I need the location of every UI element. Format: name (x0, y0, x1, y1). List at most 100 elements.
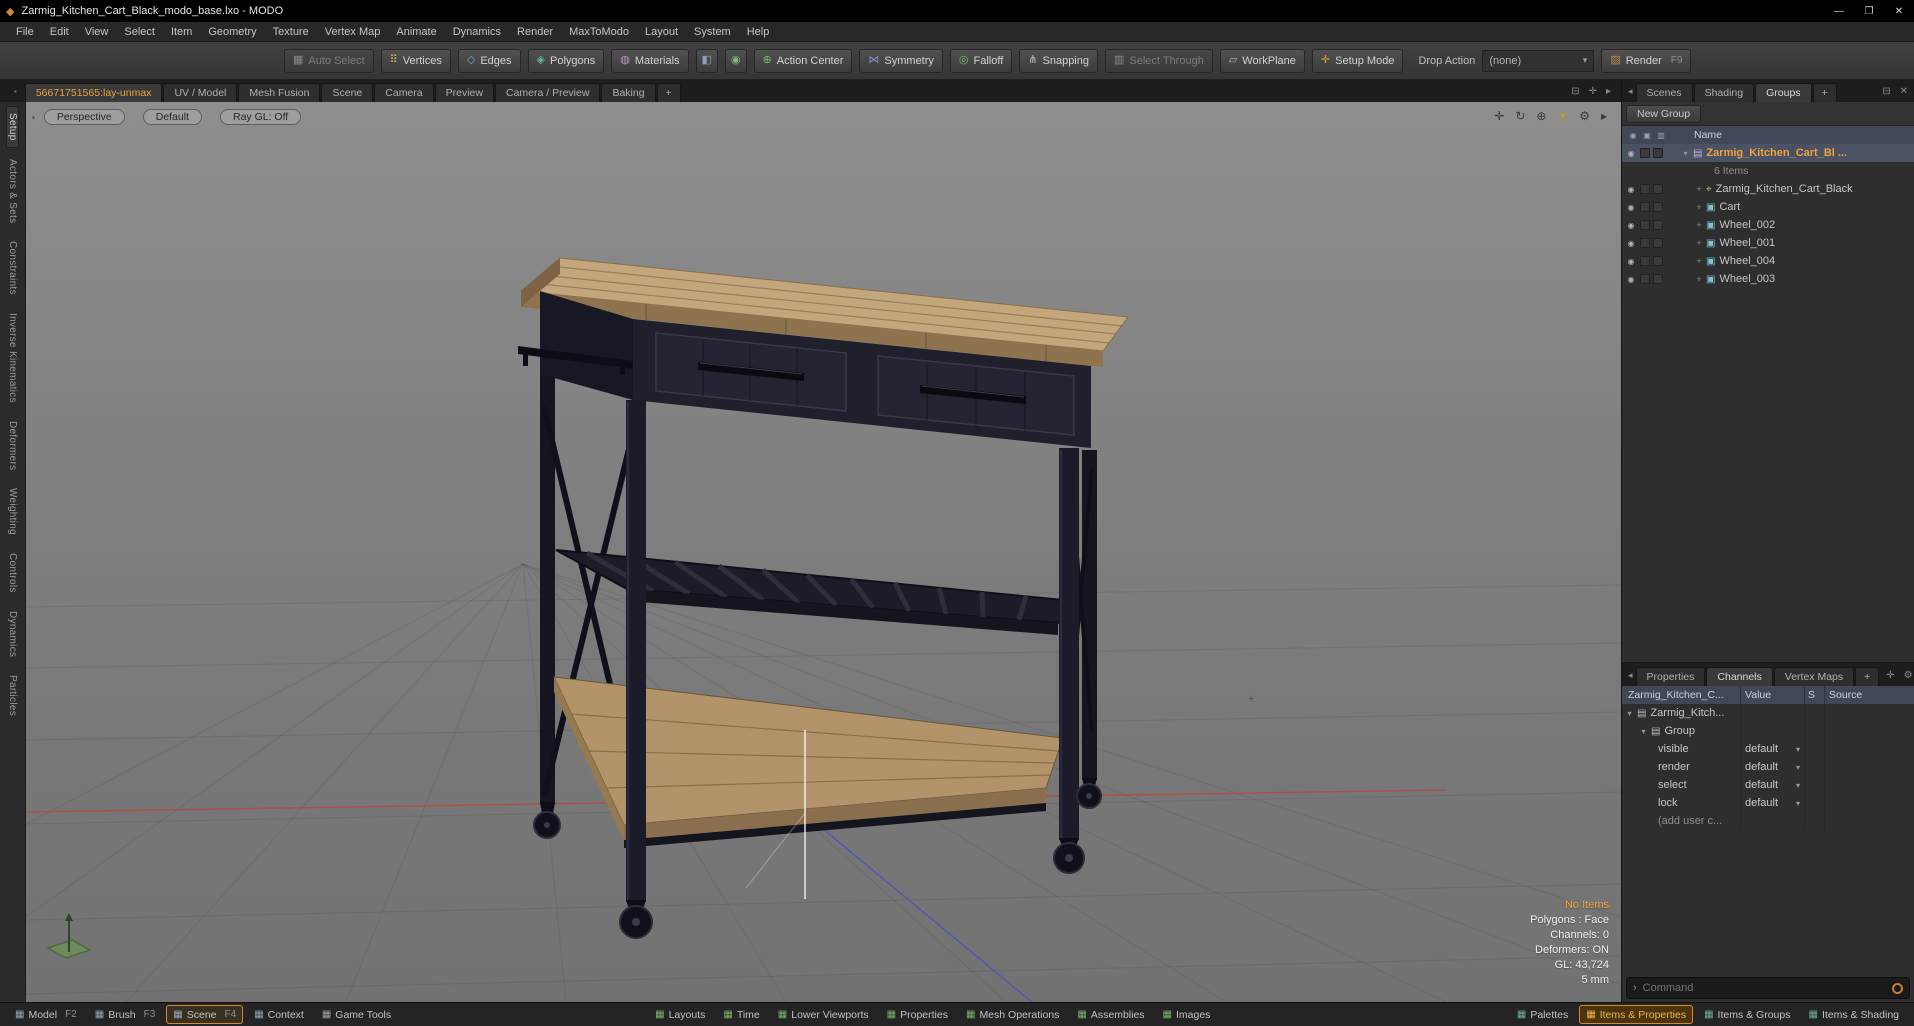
menu-file[interactable]: File (8, 26, 42, 38)
eye-icon[interactable]: ◉ (1625, 275, 1637, 284)
viewport-3d[interactable]: + ▪ Perspective Default Ray GL: Off ✛ ↻ … (26, 102, 1621, 1002)
maximize-button[interactable]: ❐ (1854, 0, 1884, 22)
expander-icon[interactable]: ▾ (1680, 149, 1691, 158)
auto-select-button[interactable]: ▦ Auto Select (284, 48, 374, 73)
sidetab-controls[interactable]: Controls (7, 546, 18, 600)
layout-scene-button[interactable]: ▦ Scene F4 (166, 1005, 244, 1024)
layout-model-button[interactable]: ▦ Model F2 (8, 1005, 84, 1024)
lock-toggle[interactable] (1653, 274, 1663, 284)
macro-record-icon[interactable] (1892, 982, 1903, 994)
menu-system[interactable]: System (686, 26, 739, 38)
channel-value-dropdown[interactable]: default ▾ (1740, 758, 1804, 776)
expander-icon[interactable]: ▾ (1624, 709, 1635, 718)
eye-icon[interactable]: ◉ (1625, 185, 1637, 194)
tab-uv-model[interactable]: UV / Model (163, 83, 238, 102)
tab-baking[interactable]: Baking (601, 83, 656, 102)
tab-camera[interactable]: Camera (374, 83, 434, 102)
sidetab-particles[interactable]: Particles (7, 668, 18, 723)
channel-row-group[interactable]: ▾ ▤ Group (1622, 722, 1914, 740)
panel-back-icon[interactable]: ◂ (1628, 670, 1633, 681)
sidetab-setup[interactable]: Setup (6, 106, 19, 148)
vertices-mode-button[interactable]: ⠿ Vertices (380, 48, 451, 73)
sidetab-constraints[interactable]: Constraints (7, 234, 18, 302)
action-center-button[interactable]: ⊕ Action Center (753, 48, 853, 73)
eye-icon[interactable]: ◉ (1625, 203, 1637, 212)
tab-channels[interactable]: Channels (1706, 667, 1773, 686)
tab-scene[interactable]: Scene (321, 83, 374, 102)
menu-item[interactable]: Item (163, 26, 200, 38)
group-row-item[interactable]: ◉ + ▣ Wheel_003 (1622, 270, 1914, 288)
panel-gear-icon[interactable]: ⚙ (1904, 670, 1913, 681)
polygons-mode-button[interactable]: ◈ Polygons (527, 48, 605, 73)
channel-value-dropdown[interactable]: default ▾ (1740, 794, 1804, 812)
view-type-button[interactable]: Perspective (43, 109, 125, 125)
group-row-item[interactable]: ◉ + ▣ Wheel_001 (1622, 234, 1914, 252)
sidetab-dynamics[interactable]: Dynamics (7, 604, 18, 664)
drop-action-dropdown[interactable]: (none) ▾ (1482, 49, 1595, 72)
sidetab-actors-sets[interactable]: Actors & Sets (7, 152, 18, 230)
s-column-header[interactable]: S (1804, 686, 1824, 704)
palettes-button[interactable]: ▦ Palettes (1510, 1005, 1575, 1024)
lower-viewports-popover-button[interactable]: ▦ Lower Viewports (771, 1005, 876, 1024)
tab-groups[interactable]: Groups (1755, 83, 1812, 102)
tab-properties[interactable]: Properties (1635, 667, 1706, 686)
images-popover-button[interactable]: ▦ Images (1156, 1005, 1218, 1024)
expand-plus-icon[interactable]: + (1694, 184, 1704, 194)
materials-mode-button[interactable]: ◍ Materials (611, 48, 689, 73)
viewport-3d-scene[interactable]: + (26, 102, 1621, 1002)
render-toggle[interactable] (1640, 184, 1650, 194)
lock-toggle[interactable] (1653, 148, 1663, 158)
channel-row[interactable]: render default ▾ (1622, 758, 1914, 776)
render-toggle[interactable] (1640, 220, 1650, 230)
lock-toggle[interactable] (1653, 238, 1663, 248)
raygl-toggle-button[interactable]: Ray GL: Off (219, 109, 302, 125)
menu-view[interactable]: View (77, 26, 117, 38)
viewport-options-gear-icon[interactable]: ⚙ (1579, 109, 1590, 123)
tab-mesh-fusion[interactable]: Mesh Fusion (238, 83, 321, 102)
tab-settings-icon[interactable]: ✛ (1589, 86, 1597, 97)
eye-icon[interactable]: ◉ (1625, 257, 1637, 266)
time-popover-button[interactable]: ▦ Time (716, 1005, 766, 1024)
render-column-icon[interactable]: ▣ (1640, 131, 1654, 140)
viewport-more-icon[interactable]: ▸ (1601, 109, 1607, 123)
channel-row-root[interactable]: ▾ ▤ Zarmig_Kitch... (1622, 704, 1914, 722)
items-properties-button[interactable]: ▦ Items & Properties (1579, 1005, 1694, 1024)
group-row-item[interactable]: ◉ + ▣ Wheel_004 (1622, 252, 1914, 270)
tab-scenes[interactable]: Scenes (1635, 83, 1693, 102)
tab-camera-preview[interactable]: Camera / Preview (494, 83, 601, 102)
tab-more-icon[interactable]: ▸ (1606, 86, 1611, 97)
tab-overflow-icon[interactable]: ⊟ (1571, 86, 1579, 97)
symmetry-button[interactable]: ⋈ Symmetry (859, 48, 943, 73)
menu-animate[interactable]: Animate (388, 26, 444, 38)
command-input[interactable] (1642, 982, 1886, 994)
expander-icon[interactable]: ▾ (1638, 727, 1649, 736)
channel-row[interactable]: select default ▾ (1622, 776, 1914, 794)
menu-edit[interactable]: Edit (42, 26, 77, 38)
add-panel-tab-button[interactable]: + (1855, 667, 1880, 686)
expand-plus-icon[interactable]: + (1694, 238, 1704, 248)
menu-layout[interactable]: Layout (637, 26, 686, 38)
panel-close-icon[interactable]: ✕ (1900, 86, 1908, 97)
layout-context-button[interactable]: ▦ Context (247, 1005, 311, 1024)
menu-vertex-map[interactable]: Vertex Map (317, 26, 389, 38)
tab-preview[interactable]: Preview (434, 83, 494, 102)
expand-plus-icon[interactable]: + (1694, 220, 1704, 230)
new-group-button[interactable]: New Group (1626, 104, 1702, 123)
lock-column-icon[interactable]: ▥ (1654, 131, 1668, 140)
setup-mode-button[interactable]: ✛ Setup Mode (1311, 48, 1404, 73)
close-button[interactable]: ✕ (1884, 0, 1914, 22)
layout-game-tools-button[interactable]: ▦ Game Tools (315, 1005, 398, 1024)
sidetab-inverse-kinematics[interactable]: Inverse Kinematics (7, 306, 18, 410)
item-mode-button[interactable]: ◧ (695, 48, 718, 73)
tab-vertex-maps[interactable]: Vertex Maps (1773, 667, 1855, 686)
viewport-rotate-icon[interactable]: ↻ (1515, 109, 1525, 123)
eye-icon[interactable]: ◉ (1625, 221, 1637, 230)
layout-brush-button[interactable]: ▦ Brush F3 (88, 1005, 163, 1024)
lock-toggle[interactable] (1653, 184, 1663, 194)
viewport-zoom-icon[interactable]: ⊕ (1536, 109, 1546, 123)
lock-toggle[interactable] (1653, 202, 1663, 212)
render-toggle[interactable] (1640, 202, 1650, 212)
panel-plus-icon[interactable]: ✛ (1886, 670, 1894, 681)
select-through-button[interactable]: ▥ Select Through (1105, 48, 1213, 73)
viewport-move-icon[interactable]: ✛ (1494, 109, 1504, 123)
